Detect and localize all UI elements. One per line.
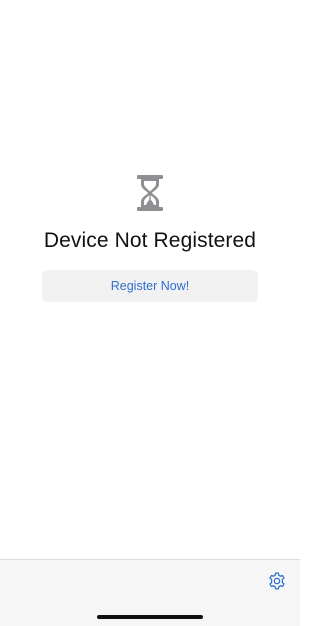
register-now-button[interactable]: Register Now! (42, 270, 258, 302)
page-title: Device Not Registered (43, 229, 257, 252)
gear-icon[interactable] (267, 571, 287, 591)
device-registration-screen: Device Not Registered Register Now! (0, 0, 300, 626)
hourglass-icon (137, 175, 163, 211)
home-indicator[interactable] (97, 615, 203, 619)
